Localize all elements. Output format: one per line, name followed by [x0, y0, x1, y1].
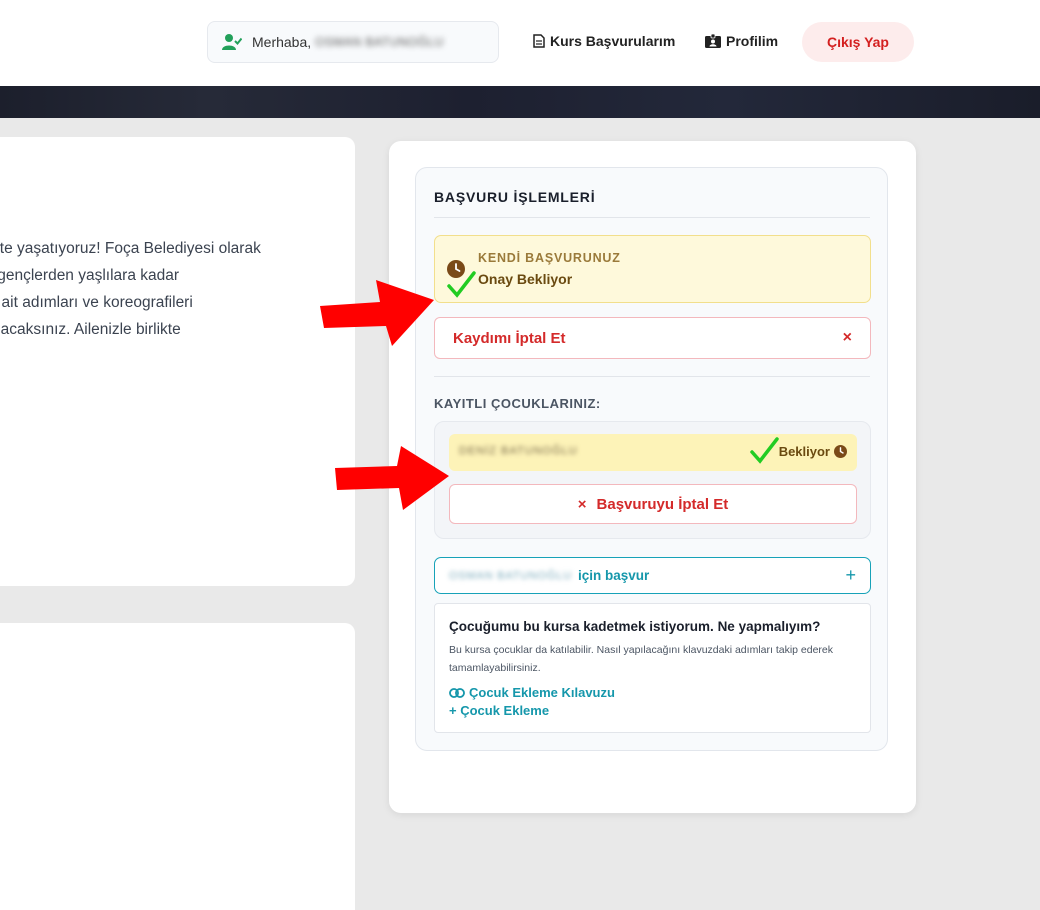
apply-for-label: için başvur [578, 568, 650, 583]
secondary-content-card [0, 623, 355, 910]
user-greeting: Merhaba, OSMAN BATUNOĞLU [207, 21, 499, 63]
child-status-text: Bekliyor [778, 444, 830, 459]
divider [434, 217, 870, 218]
child-status-badge: Bekliyor [779, 444, 847, 459]
greeting-text: Merhaba, [252, 34, 312, 50]
description-line: rlikte yaşatıyoruz! Foça Belediyesi olar… [0, 240, 261, 257]
nav-course-applications[interactable]: Kurs Başvurularım [533, 33, 675, 49]
description-line: ı olacaksınız. Ailenizle birlikte [0, 321, 181, 338]
own-application-status-text: Onay Bekliyor [478, 271, 573, 287]
clock-icon [834, 445, 847, 458]
description-line: e, gençlerden yaşlılara kadar [0, 267, 180, 284]
description-line: ne ait adımları ve koreografileri [0, 294, 193, 311]
cancel-registration-button[interactable]: Kaydımı İptal Et × [434, 317, 871, 359]
own-application-status: KENDİ BAŞVURUNUZ Onay Bekliyor [434, 235, 871, 303]
hero-banner-strip [0, 86, 1040, 118]
registered-children-list: DENİZ BATUNOĞLU Bekliyor × Başvuruyu İpt… [434, 421, 871, 539]
course-description-text: rlikte yaşatıyoruz! Foça Belediyesi olar… [0, 235, 325, 343]
own-application-label: KENDİ BAŞVURUNUZ [478, 251, 621, 265]
checkmark-annotation-icon [750, 437, 779, 464]
help-answer: Bu kursa çocuklar da katılabilir. Nasıl … [449, 644, 834, 674]
child-application-row: DENİZ BATUNOĞLU Bekliyor [449, 434, 857, 471]
annotation-arrow-icon [320, 280, 434, 346]
top-navbar: Merhaba, OSMAN BATUNOĞLU Kurs Başvurular… [0, 0, 1040, 86]
application-actions-panel: BAŞVURU İŞLEMLERİ KENDİ BAŞVURUNUZ Onay … [415, 167, 888, 751]
add-child-link[interactable]: + Çocuk Ekleme [449, 703, 549, 718]
user-check-icon [222, 34, 242, 50]
apply-for-person-button[interactable]: OSMAN BATUNOĞLU için başvur + [434, 557, 871, 594]
child-name: DENİZ BATUNOĞLU [459, 445, 578, 457]
course-description-card: rlikte yaşatıyoruz! Foça Belediyesi olar… [0, 137, 355, 586]
child-help-box: Çocuğumu bu kursa kadetmek istiyorum. Ne… [434, 603, 871, 733]
help-question: Çocuğumu bu kursa kadetmek istiyorum. Ne… [449, 619, 821, 634]
logout-button[interactable]: Çıkış Yap [802, 22, 914, 62]
applicant-name: OSMAN BATUNOĞLU [449, 569, 573, 582]
document-icon [533, 34, 545, 48]
cancel-registration-label: Kaydımı İptal Et [453, 329, 566, 347]
nav-course-applications-label: Kurs Başvurularım [550, 33, 676, 49]
plus-icon: + [845, 565, 856, 585]
id-badge-icon [705, 34, 721, 48]
panel-title: BAŞVURU İŞLEMLERİ [434, 189, 596, 205]
registered-children-heading: KAYITLI ÇOCUKLARINIZ: [434, 396, 601, 411]
link-icon [449, 687, 465, 698]
checkmark-annotation-icon [447, 271, 476, 298]
nav-profile-label: Profilim [726, 33, 779, 49]
annotation-arrow-icon [335, 446, 449, 510]
child-guide-label: Çocuk Ekleme Kılavuzu [469, 685, 615, 700]
nav-profile[interactable]: Profilim [705, 33, 778, 49]
user-name: OSMAN BATUNOĞLU [315, 35, 444, 49]
divider [434, 376, 870, 377]
close-icon: × [842, 329, 852, 346]
cancel-child-application-button[interactable]: × Başvuruyu İptal Et [449, 484, 857, 524]
close-icon: × [577, 495, 587, 513]
application-sidebar-card: BAŞVURU İŞLEMLERİ KENDİ BAŞVURUNUZ Onay … [389, 141, 916, 813]
child-guide-link[interactable]: Çocuk Ekleme Kılavuzu [449, 685, 615, 700]
cancel-child-application-label: Başvuruyu İptal Et [596, 495, 729, 513]
